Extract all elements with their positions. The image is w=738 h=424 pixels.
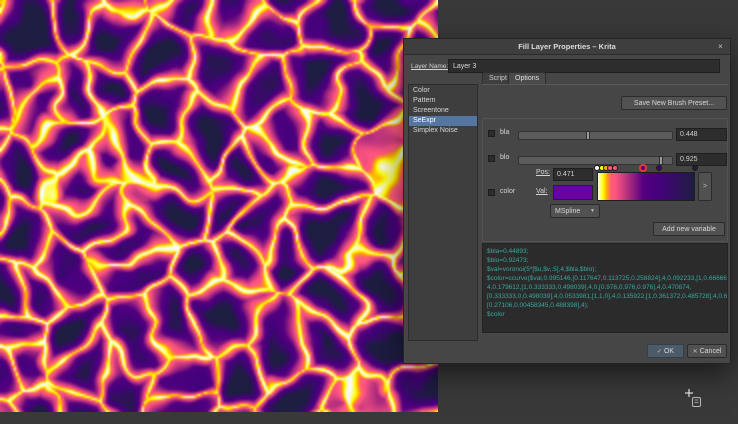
layer-name-input[interactable] (448, 59, 720, 73)
list-item-color[interactable]: Color (409, 86, 477, 96)
tab-pane-divider (482, 84, 728, 85)
bla-label: bla (500, 129, 509, 136)
layer-name-label: Layer Name: (411, 63, 448, 70)
script-line: $blo=0.92473; (487, 256, 723, 265)
script-line: 4,0.179612,[1,0.333333,0.498039],4,0,[0.… (487, 283, 723, 292)
dialog-title: Fill Layer Properties – Krita (518, 42, 616, 51)
list-item-pattern[interactable]: Pattern (409, 96, 477, 106)
pos-input[interactable] (553, 168, 593, 181)
add-new-variable-button[interactable]: Add new variable (653, 222, 725, 236)
gradient-next-button[interactable]: > (698, 172, 712, 201)
list-item-seexpr[interactable]: SeExpr (409, 116, 477, 126)
bla-value-input[interactable] (676, 128, 727, 141)
gradient-editor[interactable] (597, 172, 695, 201)
x-icon: ✕ (693, 348, 698, 355)
bla-slider[interactable] (518, 131, 673, 140)
script-line: [0.333333,0,0.498039],4,0.0533981,[1,1,0… (487, 292, 723, 301)
color-checkbox[interactable] (488, 189, 495, 196)
color-swatch[interactable] (553, 185, 593, 200)
gradient-stops[interactable] (597, 164, 695, 171)
dialog-titlebar[interactable]: Fill Layer Properties – Krita × (404, 39, 730, 55)
script-line: $color=ccurve($val,0.995146,[0.117647,0.… (487, 274, 723, 283)
cancel-button[interactable]: ✕ Cancel (687, 344, 727, 358)
generator-list[interactable]: Color Pattern Screentone SeExpr Simplex … (408, 84, 478, 341)
bla-checkbox[interactable] (488, 130, 495, 137)
dropdown-arrow-icon: ▼ (590, 208, 595, 214)
list-item-screentone[interactable]: Screentone (409, 106, 477, 116)
close-icon: × (718, 42, 723, 51)
val-label: Val: (536, 188, 548, 195)
gradient-stop[interactable] (656, 165, 662, 171)
blo-label: blo (500, 154, 509, 161)
script-line: $val=voronoi(5*[$u,$v,.5],4,$bla,$blo); (487, 265, 723, 274)
close-button[interactable]: × (715, 41, 726, 52)
save-new-brush-preset-button[interactable]: Save New Brush Preset... (621, 96, 727, 110)
gradient-stop[interactable] (692, 165, 698, 171)
gradient-stop[interactable] (640, 165, 646, 171)
script-line: $color (487, 310, 723, 319)
chevron-right-icon: > (703, 183, 707, 190)
gradient-stop[interactable] (612, 165, 618, 171)
list-item-simplex-noise[interactable]: Simplex Noise (409, 126, 477, 136)
bla-slider-handle[interactable] (586, 131, 590, 140)
script-line: [0.27106,0.00458345,0.488398],4); (487, 301, 723, 310)
fill-layer-properties-dialog: Fill Layer Properties – Krita × Layer Na… (403, 38, 731, 364)
script-editor[interactable]: $bla=0.44893; $blo=0.92473; $val=voronoi… (482, 243, 728, 333)
pos-label: Pos: (536, 169, 550, 176)
script-line: $bla=0.44893; (487, 247, 723, 256)
blo-checkbox[interactable] (488, 155, 495, 162)
canvas-preview[interactable] (0, 0, 438, 412)
interpolation-dropdown[interactable]: MSpline ▼ (550, 204, 600, 218)
check-icon: ✓ (657, 348, 662, 355)
ok-button[interactable]: ✓ OK (647, 344, 684, 358)
mouse-cursor-icon (684, 388, 706, 410)
color-label: color (500, 188, 515, 195)
